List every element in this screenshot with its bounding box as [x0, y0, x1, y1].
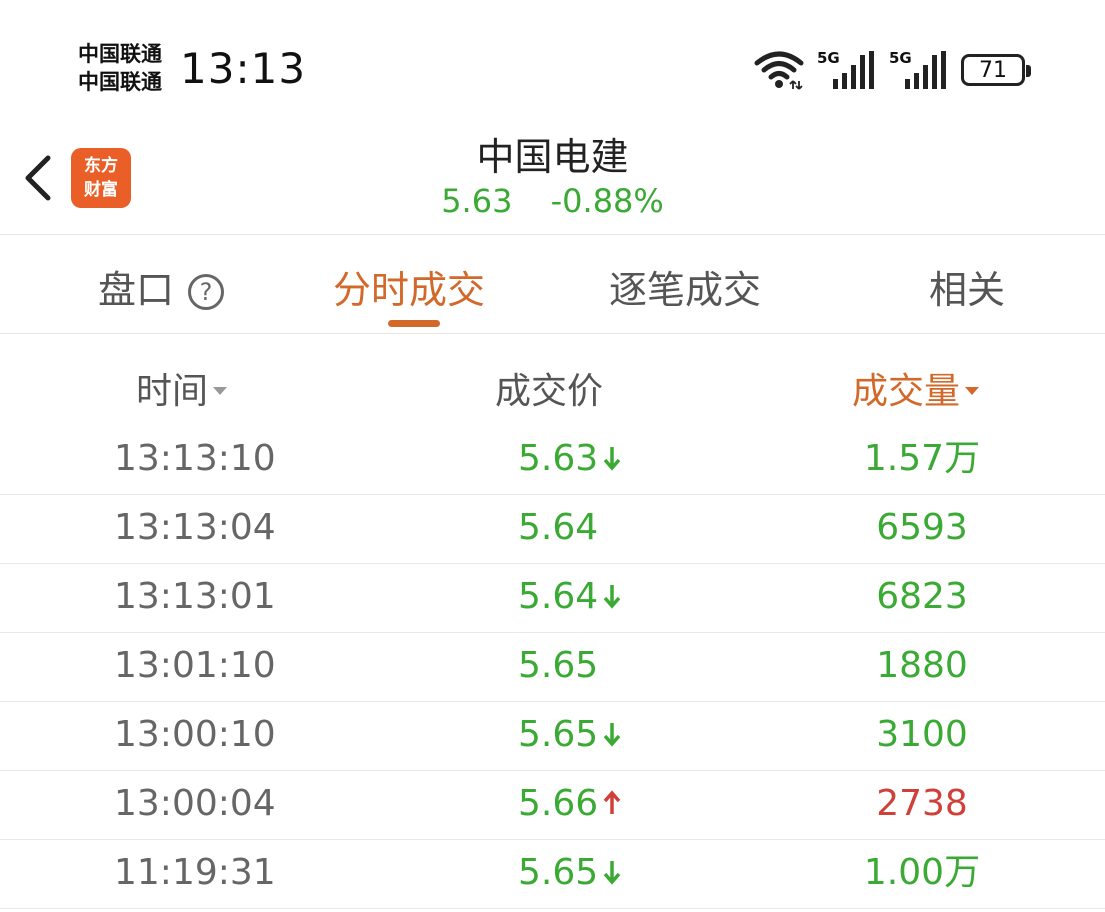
- carrier-info: 中国联通 中国联通: [78, 40, 178, 96]
- trade-price: 5.63: [518, 438, 622, 480]
- trade-price-value: 5.66: [518, 783, 599, 824]
- trade-time: 11:19:31: [114, 852, 276, 893]
- table-row[interactable]: 13:00:10 5.65 3100: [0, 702, 1105, 771]
- down-arrow-icon: [603, 723, 621, 747]
- stock-quote: 5.63 -0.88%: [0, 182, 1105, 220]
- sort-caret-active-icon: [965, 387, 980, 395]
- cell-signal-2-icon: 5G: [889, 49, 949, 91]
- tab-bar: 盘口? 分时成交 逐笔成交 相关: [0, 235, 1105, 334]
- down-arrow-icon: [603, 861, 621, 885]
- trade-price-value: 5.65: [518, 852, 599, 893]
- carrier-2: 中国联通: [78, 70, 162, 94]
- trade-price-value: 5.63: [518, 438, 599, 479]
- active-tab-indicator: [388, 320, 440, 327]
- trade-price-value: 5.64: [518, 576, 599, 617]
- trade-time: 13:00:10: [114, 714, 276, 755]
- tab-related-label: 相关: [929, 268, 1006, 312]
- trade-price-value: 5.65: [518, 714, 599, 755]
- trade-volume: 2738: [876, 783, 968, 824]
- up-arrow-icon: [603, 790, 621, 814]
- trade-time: 13:13:10: [114, 438, 276, 479]
- column-price-header: 成交价: [495, 362, 603, 414]
- table-header: 时间 成交价 成交量: [0, 334, 1105, 426]
- status-bar: 中国联通 中国联通 13:13 5G 5G 71: [0, 0, 1105, 110]
- tab-tick-trades[interactable]: 逐笔成交: [609, 259, 761, 314]
- carrier-1: 中国联通: [78, 42, 162, 66]
- stock-header: 东方 财富 中国电建 5.63 -0.88%: [0, 112, 1105, 235]
- trade-volume: 3100: [876, 714, 968, 755]
- status-clock: 13:13: [180, 44, 307, 93]
- table-row[interactable]: 13:13:04 5.64 6593: [0, 495, 1105, 564]
- trade-volume: 1.00万: [863, 852, 981, 893]
- battery-icon: 71: [961, 54, 1031, 86]
- stock-name: 中国电建: [476, 135, 629, 179]
- tab-order-book[interactable]: 盘口?: [98, 259, 225, 314]
- cell-signal-1-icon: 5G: [817, 49, 877, 91]
- trade-volume: 1880: [876, 645, 968, 686]
- stock-price: 5.63: [441, 182, 513, 220]
- trade-price: 5.65: [518, 714, 622, 756]
- wifi-icon: [754, 51, 804, 90]
- trade-price: 5.64: [518, 507, 598, 549]
- trade-price: 5.66: [518, 783, 622, 825]
- trade-time: 13:13:01: [114, 576, 276, 617]
- column-volume-header[interactable]: 成交量: [852, 362, 980, 414]
- tab-tick-trades-label: 逐笔成交: [609, 268, 762, 312]
- down-arrow-icon: [603, 447, 621, 471]
- trade-volume: 6823: [876, 576, 968, 617]
- table-row[interactable]: 13:01:10 5.65 1880: [0, 633, 1105, 702]
- column-time-label: 时间: [136, 371, 209, 412]
- tab-time-trades-label: 分时成交: [333, 268, 486, 312]
- trade-price: 5.65: [518, 645, 598, 687]
- table-row[interactable]: 13:00:04 5.66 2738: [0, 771, 1105, 840]
- down-arrow-icon: [603, 585, 621, 609]
- table-row[interactable]: 11:19:31 5.65 1.00万: [0, 840, 1105, 909]
- trade-time: 13:13:04: [114, 507, 276, 548]
- trade-price-value: 5.64: [518, 507, 599, 548]
- trade-volume: 6593: [876, 507, 968, 548]
- column-volume-label: 成交量: [852, 371, 961, 412]
- status-icons: 5G 5G 71: [753, 48, 1031, 92]
- trade-price: 5.65: [518, 852, 622, 894]
- tab-time-trades[interactable]: 分时成交: [333, 259, 485, 314]
- trade-price: 5.64: [518, 576, 622, 618]
- trade-time: 13:00:04: [114, 783, 276, 824]
- column-price-label: 成交价: [495, 371, 604, 412]
- sort-caret-icon: [213, 387, 228, 395]
- trade-time: 13:01:10: [114, 645, 276, 686]
- trade-volume: 1.57万: [863, 438, 981, 479]
- help-icon[interactable]: ?: [188, 274, 225, 310]
- trade-price-value: 5.65: [518, 645, 599, 686]
- trades-list: 13:13:10 5.63 1.57万 13:13:04 5.64 6593 1…: [0, 426, 1105, 909]
- table-row[interactable]: 13:13:10 5.63 1.57万: [0, 426, 1105, 495]
- tab-order-book-label: 盘口: [98, 268, 175, 312]
- table-row[interactable]: 13:13:01 5.64 6823: [0, 564, 1105, 633]
- stock-change-pct: -0.88%: [550, 182, 664, 220]
- tab-related[interactable]: 相关: [929, 259, 1005, 314]
- column-time-header[interactable]: 时间: [136, 362, 228, 414]
- battery-level: 71: [979, 57, 1007, 83]
